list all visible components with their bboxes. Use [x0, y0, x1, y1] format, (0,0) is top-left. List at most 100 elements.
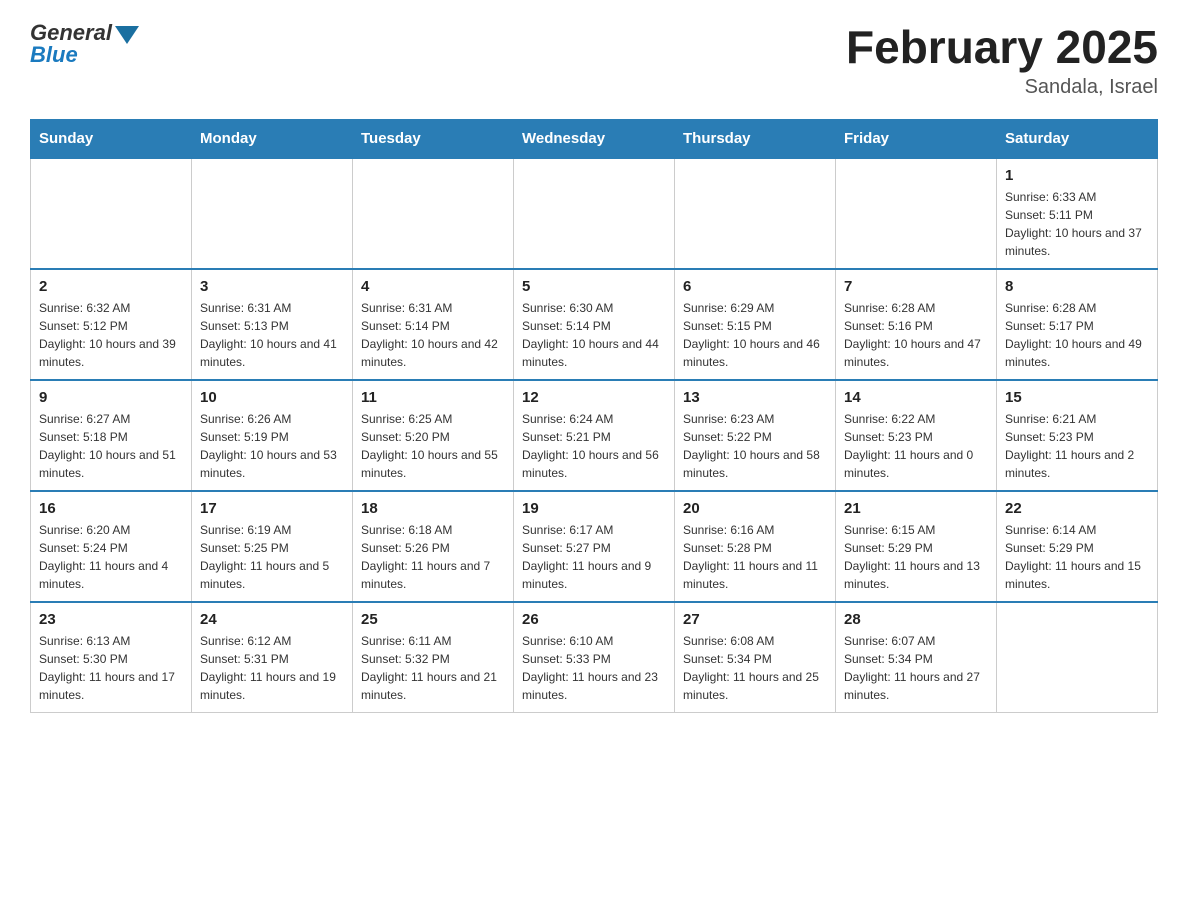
header-tuesday: Tuesday [353, 120, 514, 159]
day-cell: 7Sunrise: 6:28 AMSunset: 5:16 PMDaylight… [836, 269, 997, 380]
day-number: 23 [39, 611, 183, 628]
day-number: 3 [200, 278, 344, 295]
logo-arrow-icon [115, 26, 139, 44]
day-cell: 27Sunrise: 6:08 AMSunset: 5:34 PMDayligh… [675, 602, 836, 713]
day-cell: 13 Sunrise: 6:23 AMSunset: 5:22 PMDayligh… [675, 380, 836, 491]
day-cell: 25Sunrise: 6:11 AMSunset: 5:32 PMDayligh… [353, 602, 514, 713]
month-year-title: February 2025 [846, 20, 1158, 74]
day-info: Sunrise: 6:30 AMSunset: 5:14 PMDaylight:… [522, 299, 666, 371]
day-cell: 11 Sunrise: 6:25 AMSunset: 5:20 PMDayligh… [353, 380, 514, 491]
day-number: 17 [200, 500, 344, 517]
day-number: 11 [361, 389, 505, 406]
day-number: 18 [361, 500, 505, 517]
week-row-1: 1 Sunrise: 6:33 AMSunset: 5:11 PMDaylight… [31, 158, 1158, 269]
day-number: 25 [361, 611, 505, 628]
day-cell: 12 Sunrise: 6:24 AMSunset: 5:21 PMDayligh… [514, 380, 675, 491]
day-cell: 1 Sunrise: 6:33 AMSunset: 5:11 PMDaylight… [997, 158, 1158, 269]
day-cell: 24 Sunrise: 6:12 AMSunset: 5:31 PMDayligh… [192, 602, 353, 713]
day-info: Sunrise: 6:21 AMSunset: 5:23 PMDaylight:… [1005, 410, 1149, 482]
day-cell: 5 Sunrise: 6:30 AMSunset: 5:14 PMDaylight… [514, 269, 675, 380]
day-info: Sunrise: 6:31 AMSunset: 5:14 PMDaylight:… [361, 299, 505, 371]
day-cell [192, 158, 353, 269]
day-number: 1 [1005, 167, 1149, 184]
day-number: 8 [1005, 278, 1149, 295]
day-cell: 8 Sunrise: 6:28 AMSunset: 5:17 PMDaylight… [997, 269, 1158, 380]
day-info: Sunrise: 6:23 AMSunset: 5:22 PMDaylight:… [683, 410, 827, 482]
day-info: Sunrise: 6:31 AMSunset: 5:13 PMDaylight:… [200, 299, 344, 371]
day-number: 16 [39, 500, 183, 517]
day-number: 24 [200, 611, 344, 628]
day-cell: 28 Sunrise: 6:07 AMSunset: 5:34 PMDayligh… [836, 602, 997, 713]
day-info: Sunrise: 6:22 AMSunset: 5:23 PMDaylight:… [844, 410, 988, 482]
day-cell: 19 Sunrise: 6:17 AMSunset: 5:27 PMDayligh… [514, 491, 675, 602]
day-number: 6 [683, 278, 827, 295]
day-info: Sunrise: 6:15 AMSunset: 5:29 PMDaylight:… [844, 521, 988, 593]
logo: General Blue [30, 20, 139, 68]
day-info: Sunrise: 6:07 AMSunset: 5:34 PMDaylight:… [844, 632, 988, 704]
header-sunday: Sunday [31, 120, 192, 159]
day-info: Sunrise: 6:17 AMSunset: 5:27 PMDaylight:… [522, 521, 666, 593]
day-info: Sunrise: 6:26 AMSunset: 5:19 PMDaylight:… [200, 410, 344, 482]
week-row-5: 23 Sunrise: 6:13 AMSunset: 5:30 PMDayligh… [31, 602, 1158, 713]
day-number: 21 [844, 500, 988, 517]
day-cell [997, 602, 1158, 713]
day-cell: 6Sunrise: 6:29 AMSunset: 5:15 PMDaylight… [675, 269, 836, 380]
day-info: Sunrise: 6:10 AMSunset: 5:33 PMDaylight:… [522, 632, 666, 704]
day-number: 28 [844, 611, 988, 628]
day-cell: 14 Sunrise: 6:22 AMSunset: 5:23 PMDayligh… [836, 380, 997, 491]
day-info: Sunrise: 6:13 AMSunset: 5:30 PMDaylight:… [39, 632, 183, 704]
day-number: 12 [522, 389, 666, 406]
day-number: 5 [522, 278, 666, 295]
header-thursday: Thursday [675, 120, 836, 159]
day-info: Sunrise: 6:33 AMSunset: 5:11 PMDaylight:… [1005, 188, 1149, 260]
day-number: 10 [200, 389, 344, 406]
header-saturday: Saturday [997, 120, 1158, 159]
day-info: Sunrise: 6:28 AMSunset: 5:17 PMDaylight:… [1005, 299, 1149, 371]
day-cell [514, 158, 675, 269]
day-info: Sunrise: 6:32 AMSunset: 5:12 PMDaylight:… [39, 299, 183, 371]
calendar-table: SundayMondayTuesdayWednesdayThursdayFrid… [30, 119, 1158, 713]
week-row-3: 9Sunrise: 6:27 AMSunset: 5:18 PMDaylight… [31, 380, 1158, 491]
day-cell [675, 158, 836, 269]
day-cell: 4Sunrise: 6:31 AMSunset: 5:14 PMDaylight… [353, 269, 514, 380]
day-info: Sunrise: 6:12 AMSunset: 5:31 PMDaylight:… [200, 632, 344, 704]
week-row-4: 16 Sunrise: 6:20 AMSunset: 5:24 PMDayligh… [31, 491, 1158, 602]
day-number: 13 [683, 389, 827, 406]
day-info: Sunrise: 6:20 AMSunset: 5:24 PMDaylight:… [39, 521, 183, 593]
day-cell: 18 Sunrise: 6:18 AMSunset: 5:26 PMDayligh… [353, 491, 514, 602]
day-info: Sunrise: 6:25 AMSunset: 5:20 PMDaylight:… [361, 410, 505, 482]
logo-blue-text: Blue [30, 42, 78, 68]
day-cell: 10 Sunrise: 6:26 AMSunset: 5:19 PMDayligh… [192, 380, 353, 491]
header-wednesday: Wednesday [514, 120, 675, 159]
day-info: Sunrise: 6:18 AMSunset: 5:26 PMDaylight:… [361, 521, 505, 593]
day-info: Sunrise: 6:24 AMSunset: 5:21 PMDaylight:… [522, 410, 666, 482]
day-cell: 16 Sunrise: 6:20 AMSunset: 5:24 PMDayligh… [31, 491, 192, 602]
day-info: Sunrise: 6:14 AMSunset: 5:29 PMDaylight:… [1005, 521, 1149, 593]
header-monday: Monday [192, 120, 353, 159]
day-number: 19 [522, 500, 666, 517]
day-cell: 9Sunrise: 6:27 AMSunset: 5:18 PMDaylight… [31, 380, 192, 491]
day-number: 14 [844, 389, 988, 406]
day-info: Sunrise: 6:19 AMSunset: 5:25 PMDaylight:… [200, 521, 344, 593]
day-cell: 26 Sunrise: 6:10 AMSunset: 5:33 PMDayligh… [514, 602, 675, 713]
day-cell [353, 158, 514, 269]
day-cell [31, 158, 192, 269]
day-cell: 17 Sunrise: 6:19 AMSunset: 5:25 PMDayligh… [192, 491, 353, 602]
header-friday: Friday [836, 120, 997, 159]
day-number: 2 [39, 278, 183, 295]
day-cell: 15Sunrise: 6:21 AMSunset: 5:23 PMDayligh… [997, 380, 1158, 491]
week-row-2: 2 Sunrise: 6:32 AMSunset: 5:12 PMDaylight… [31, 269, 1158, 380]
day-cell: 3 Sunrise: 6:31 AMSunset: 5:13 PMDaylight… [192, 269, 353, 380]
day-cell: 20Sunrise: 6:16 AMSunset: 5:28 PMDayligh… [675, 491, 836, 602]
day-number: 22 [1005, 500, 1149, 517]
page-header: General Blue February 2025 Sandala, Isra… [30, 20, 1158, 99]
day-number: 26 [522, 611, 666, 628]
day-cell: 21 Sunrise: 6:15 AMSunset: 5:29 PMDayligh… [836, 491, 997, 602]
calendar-header-row: SundayMondayTuesdayWednesdayThursdayFrid… [31, 120, 1158, 159]
day-cell: 22 Sunrise: 6:14 AMSunset: 5:29 PMDayligh… [997, 491, 1158, 602]
location-text: Sandala, Israel [846, 76, 1158, 99]
day-number: 7 [844, 278, 988, 295]
day-number: 27 [683, 611, 827, 628]
day-info: Sunrise: 6:16 AMSunset: 5:28 PMDaylight:… [683, 521, 827, 593]
day-info: Sunrise: 6:27 AMSunset: 5:18 PMDaylight:… [39, 410, 183, 482]
